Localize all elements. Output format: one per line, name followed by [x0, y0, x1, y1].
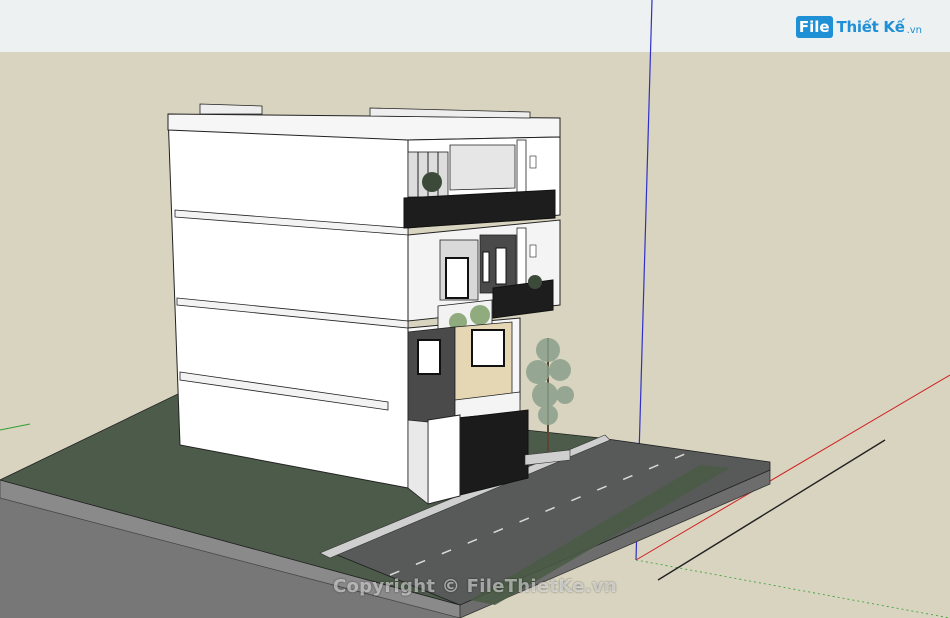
column-top [516, 139, 527, 193]
model-canvas[interactable] [0, 0, 950, 618]
copyright-watermark: Copyright © FileThietKe.vn [332, 576, 618, 597]
plant-top [422, 172, 442, 192]
roof-block-1 [199, 103, 263, 115]
sketchup-viewport[interactable] [0, 0, 950, 618]
column-mid [516, 227, 527, 289]
ground-window-2 [471, 329, 505, 367]
top-terrace [449, 144, 516, 191]
logo-box-text: File [795, 16, 833, 38]
ground-window-1 [417, 339, 441, 375]
mid-window-3 [495, 247, 507, 285]
mid-window-2 [482, 251, 490, 283]
mid-window-1 [445, 257, 469, 299]
logo-tld-text: .vn [906, 24, 922, 36]
filethietke-logo: File Thiết Kế .vn [795, 12, 922, 42]
logo-name-text: Thiết Kế [836, 18, 905, 36]
gate-pillar [427, 414, 461, 505]
hanging-plant-2 [470, 305, 490, 325]
